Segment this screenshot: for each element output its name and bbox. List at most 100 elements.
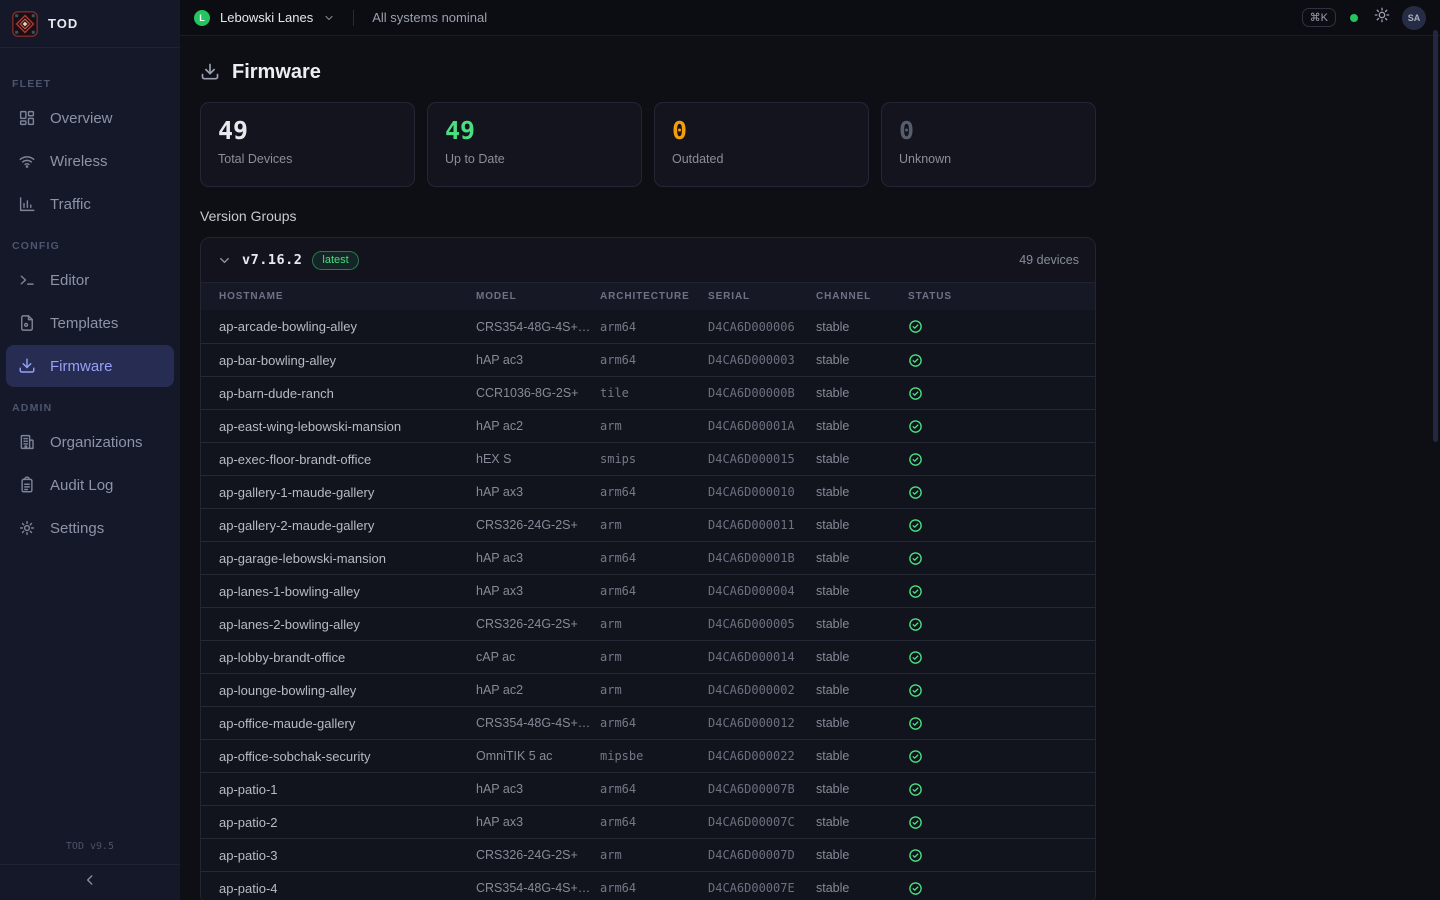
table-row[interactable]: ap-exec-floor-brandt-office hEX S smips … [201,442,1095,475]
table-row[interactable]: ap-patio-4 CRS354-48G-4S+… arm64 D4CA6D0… [201,871,1095,900]
cell-channel: stable [816,452,908,466]
download-icon [18,357,37,376]
cell-architecture: arm [600,518,708,532]
stat-label: Unknown [899,152,1078,166]
column-header-hostname: HOSTNAME [219,291,476,302]
cell-hostname: ap-office-maude-gallery [219,716,476,731]
cell-serial: D4CA6D00007C [708,815,816,829]
table-row[interactable]: ap-office-sobchak-security OmniTIK 5 ac … [201,739,1095,772]
cell-model: hAP ac3 [476,551,600,565]
cell-channel: stable [816,551,908,565]
check-circle-icon [908,617,923,632]
vertical-scrollbar[interactable] [1433,30,1438,442]
app-logo-row: TOD [0,0,180,48]
topbar: L Lebowski Lanes All systems nominal ⌘K … [180,0,1440,36]
table-row[interactable]: ap-office-maude-gallery CRS354-48G-4S+… … [201,706,1095,739]
cell-hostname: ap-patio-2 [219,815,476,830]
table-row[interactable]: ap-east-wing-lebowski-mansion hAP ac2 ar… [201,409,1095,442]
sidebar-section: FLEET Overview Wireless Traffic [0,64,180,225]
command-palette-shortcut[interactable]: ⌘K [1302,8,1336,27]
sidebar-item-firmware[interactable]: Firmware [6,345,174,387]
sidebar-item-audit-log[interactable]: Audit Log [6,464,174,506]
cell-hostname: ap-patio-4 [219,881,476,896]
cell-model: hAP ac2 [476,419,600,433]
cell-model: CRS326-24G-2S+ [476,848,600,862]
cell-status [908,782,1095,797]
table-row[interactable]: ap-arcade-bowling-alley CRS354-48G-4S+… … [201,310,1095,343]
clipboard-icon [18,476,37,495]
chevron-left-icon [83,873,97,892]
device-table-header: HOSTNAMEMODELARCHITECTURESERIALCHANNELST… [201,282,1095,310]
cell-model: hAP ac3 [476,353,600,367]
table-row[interactable]: ap-barn-dude-ranch CCR1036-8G-2S+ tile D… [201,376,1095,409]
cell-hostname: ap-gallery-1-maude-gallery [219,485,476,500]
chevron-down-icon[interactable] [323,12,335,24]
sidebar-item-templates[interactable]: Templates [6,302,174,344]
cell-serial: D4CA6D000012 [708,716,816,730]
table-row[interactable]: ap-patio-3 CRS326-24G-2S+ arm D4CA6D0000… [201,838,1095,871]
app-version-label: TOD v9.5 [0,831,180,864]
cell-status [908,650,1095,665]
cell-channel: stable [816,749,908,763]
check-circle-icon [908,650,923,665]
cell-hostname: ap-exec-floor-brandt-office [219,452,476,467]
sidebar-nav: FLEET Overview Wireless Traffic CONFIG E… [0,48,180,831]
sidebar-item-organizations[interactable]: Organizations [6,421,174,463]
table-row[interactable]: ap-lanes-2-bowling-alley CRS326-24G-2S+ … [201,607,1095,640]
stat-card: 0 Outdated [654,102,869,187]
org-switcher[interactable]: Lebowski Lanes [220,10,313,25]
table-row[interactable]: ap-gallery-1-maude-gallery hAP ax3 arm64… [201,475,1095,508]
table-row[interactable]: ap-bar-bowling-alley hAP ac3 arm64 D4CA6… [201,343,1095,376]
check-circle-icon [908,319,923,334]
table-row[interactable]: ap-gallery-2-maude-gallery CRS326-24G-2S… [201,508,1095,541]
user-avatar[interactable]: SA [1402,6,1426,30]
cell-hostname: ap-lounge-bowling-alley [219,683,476,698]
table-row[interactable]: ap-lobby-brandt-office cAP ac arm D4CA6D… [201,640,1095,673]
sidebar-item-settings[interactable]: Settings [6,507,174,549]
version-group-panel: v7.16.2 latest 49 devices HOSTNAMEMODELA… [200,237,1096,900]
theme-toggle-button[interactable] [1374,7,1390,28]
sidebar-item-traffic[interactable]: Traffic [6,183,174,225]
cell-serial: D4CA6D000014 [708,650,816,664]
table-row[interactable]: ap-lounge-bowling-alley hAP ac2 arm D4CA… [201,673,1095,706]
check-circle-icon [908,716,923,731]
table-row[interactable]: ap-garage-lebowski-mansion hAP ac3 arm64… [201,541,1095,574]
org-avatar: L [194,10,210,26]
check-circle-icon [908,782,923,797]
cell-serial: D4CA6D00007E [708,881,816,895]
cell-status [908,419,1095,434]
cell-architecture: arm [600,617,708,631]
version-group-header[interactable]: v7.16.2 latest 49 devices [201,238,1095,282]
stat-label: Up to Date [445,152,624,166]
table-row[interactable]: ap-patio-2 hAP ax3 arm64 D4CA6D00007C st… [201,805,1095,838]
chevron-down-icon[interactable] [217,253,232,268]
cell-serial: D4CA6D000004 [708,584,816,598]
sidebar-item-label: Audit Log [50,477,113,494]
cell-serial: D4CA6D000002 [708,683,816,697]
cell-serial: D4CA6D000006 [708,320,816,334]
latest-badge: latest [312,251,358,270]
sidebar-footer: TOD v9.5 [0,831,180,900]
cell-architecture: mipsbe [600,749,708,763]
check-circle-icon [908,551,923,566]
table-row[interactable]: ap-patio-1 hAP ac3 arm64 D4CA6D00007B st… [201,772,1095,805]
column-header-architecture: ARCHITECTURE [600,291,708,302]
cell-channel: stable [816,353,908,367]
sidebar-collapse-button[interactable] [0,864,180,900]
cell-status [908,716,1095,731]
check-circle-icon [908,353,923,368]
sidebar-item-wireless[interactable]: Wireless [6,140,174,182]
table-row[interactable]: ap-lanes-1-bowling-alley hAP ax3 arm64 D… [201,574,1095,607]
cell-status [908,584,1095,599]
cell-status [908,881,1095,896]
cell-model: CRS326-24G-2S+ [476,518,600,532]
cell-model: CCR1036-8G-2S+ [476,386,600,400]
cell-architecture: arm [600,848,708,862]
column-header-model: MODEL [476,291,600,302]
sidebar-item-editor[interactable]: Editor [6,259,174,301]
cell-architecture: arm64 [600,485,708,499]
sidebar: TOD FLEET Overview Wireless Traffic CONF… [0,0,180,900]
sidebar-item-overview[interactable]: Overview [6,97,174,139]
sidebar-item-label: Overview [50,110,113,127]
cell-architecture: arm [600,419,708,433]
